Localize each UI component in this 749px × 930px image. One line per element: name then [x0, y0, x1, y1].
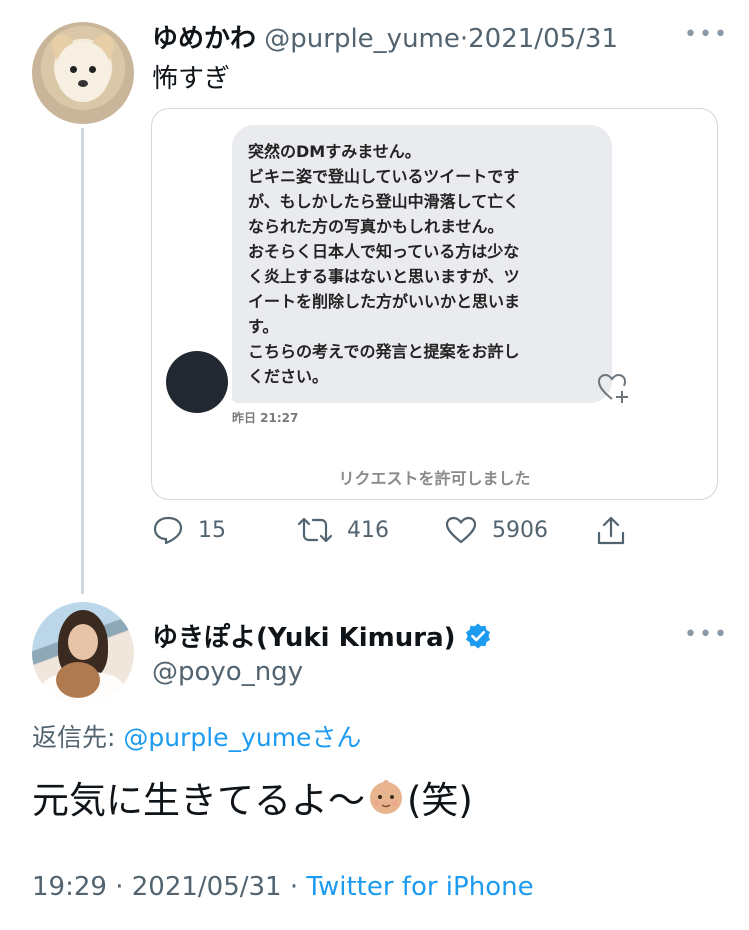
tweet1-header: ゆめかわ @purple_yume·2021/05/31: [152, 18, 618, 55]
dm-line: なられた方の写真かもしれません。: [248, 217, 504, 236]
share-action[interactable]: [595, 515, 627, 547]
thread-connector-line: [81, 128, 84, 594]
dm-line: 突然のDMすみません。: [248, 142, 421, 161]
reply-prefix: 返信先:: [32, 723, 124, 752]
retweet-action[interactable]: 416: [297, 515, 389, 545]
dm-request-status: リクエストを許可しました: [338, 469, 531, 488]
avatar-dog: [56, 662, 100, 698]
avatar-face: [68, 624, 98, 660]
dm-sender-avatar: [166, 351, 228, 413]
tweet2-handle[interactable]: @poyo_ngy: [152, 657, 303, 687]
tweet2-text-suffix: (笑): [407, 779, 473, 822]
dm-line: ください。: [248, 367, 329, 386]
tweet2-time[interactable]: 19:29: [32, 872, 107, 902]
tweet1-more-icon[interactable]: •••: [684, 22, 729, 47]
retweet-icon: [297, 517, 333, 543]
reply-to-line: 返信先: @purple_yumeさん: [32, 718, 361, 754]
reply-count: 15: [198, 517, 226, 543]
dm-line: こちらの考えでの発言と提案をお許し: [248, 342, 520, 361]
tweet1-date[interactable]: 2021/05/31: [468, 24, 618, 54]
dm-message-bubble: 突然のDMすみません。 ビキニ姿で登山しているツイートです が、もしかしたら登山…: [232, 125, 612, 403]
tweet2-date[interactable]: 2021/05/31: [132, 872, 282, 902]
tweet2-text: 元気に生きてるよ〜 (笑): [32, 770, 473, 824]
reply-action[interactable]: 15: [152, 515, 226, 545]
tweet1-display-name[interactable]: ゆめかわ: [152, 24, 256, 54]
heart-plus-icon: [597, 373, 628, 403]
tweet2-more-icon[interactable]: •••: [684, 622, 729, 647]
dm-line: おそらく日本人で知っている方は少な: [248, 242, 520, 261]
dm-timestamp: 昨日 21:27: [232, 411, 299, 425]
dm-line: く炎上する事はないと思いますが、ツ: [248, 267, 520, 286]
avatar-purple-yume[interactable]: [32, 22, 134, 124]
tweet2-text-main: 元気に生きてるよ〜: [32, 779, 365, 822]
tweet2-header: ゆきぽよ(Yuki Kimura): [152, 617, 492, 654]
share-icon: [597, 516, 625, 545]
meta-separator: ·: [281, 872, 307, 902]
dog-face: [56, 42, 110, 102]
tweet1-action-bar: 15 416 5906: [152, 515, 632, 555]
meta-separator: ·: [106, 872, 132, 902]
dm-line: イートを削除した方がいいかと思いま: [248, 292, 521, 311]
tweet2-source-link[interactable]: Twitter for iPhone: [306, 872, 533, 902]
dm-line: が、もしかしたら登山中滑落して亡く: [248, 192, 520, 211]
dog-nose: [78, 80, 88, 87]
like-count: 5906: [492, 517, 548, 543]
heart-icon: [445, 516, 477, 544]
avatar-poyo-ngy[interactable]: [32, 602, 134, 704]
reply-icon: [153, 516, 183, 545]
dm-screenshot-card[interactable]: 突然のDMすみません。 ビキニ姿で登山しているツイートです が、もしかしたら登山…: [151, 108, 718, 500]
dm-line: ビキニ姿で登山しているツイートです: [248, 167, 520, 186]
baby-face-icon: [370, 780, 402, 814]
retweet-count: 416: [347, 517, 389, 543]
tweet2-display-name[interactable]: ゆきぽよ(Yuki Kimura): [152, 617, 456, 654]
like-action[interactable]: 5906: [444, 515, 548, 545]
dog-eye: [70, 66, 77, 73]
tweet1-handle[interactable]: @purple_yume: [264, 24, 460, 54]
tweet1-separator: ·: [459, 24, 469, 54]
reply-target-link[interactable]: @purple_yumeさん: [123, 723, 361, 752]
tweet1-text: 怖すぎ: [152, 64, 231, 94]
verified-badge-icon: [465, 623, 490, 648]
dog-eye: [89, 66, 96, 73]
dm-line: す。: [248, 317, 279, 336]
tweet2-meta: 19:29 · 2021/05/31 · Twitter for iPhone: [32, 872, 534, 902]
